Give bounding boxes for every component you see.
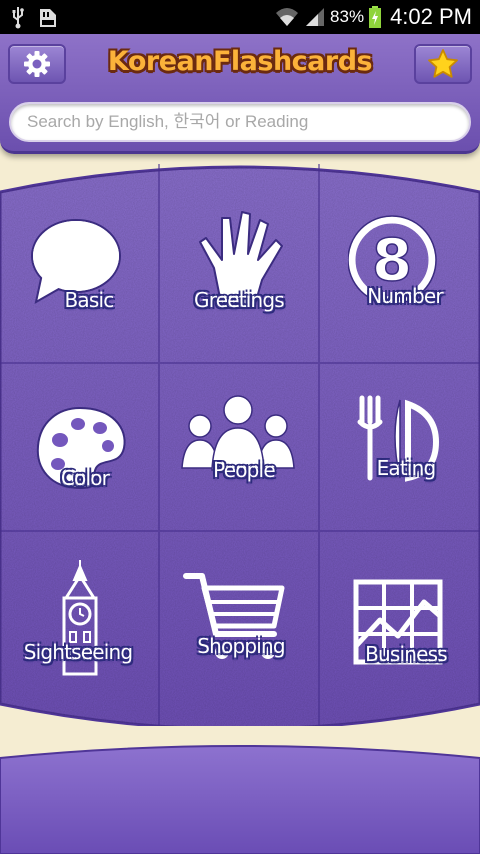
category-label: People <box>213 458 275 482</box>
signal-icon <box>306 8 325 26</box>
category-label: Shopping <box>197 634 285 658</box>
category-label: Sightseeing <box>23 640 133 664</box>
category-label: Greetings <box>194 288 285 312</box>
sd-card-icon <box>40 9 56 27</box>
category-greetings[interactable]: Greetings <box>160 164 320 364</box>
battery-percent: 83% <box>330 7 365 26</box>
favorites-button[interactable] <box>414 44 472 84</box>
category-basic[interactable]: Basic <box>0 164 160 364</box>
category-shopping[interactable]: Shopping <box>160 532 320 726</box>
app-title: KoreanFlashcards <box>107 46 373 77</box>
status-bar: 83% 4:02 PM <box>0 0 480 34</box>
search-field[interactable] <box>9 102 471 142</box>
category-eating[interactable]: Eating <box>320 364 480 532</box>
gear-icon <box>24 51 50 77</box>
category-label: Basic <box>64 288 115 312</box>
search-input[interactable] <box>27 112 469 132</box>
category-label: Color <box>60 466 110 490</box>
usb-icon <box>12 7 24 29</box>
category-label: Business <box>365 642 448 666</box>
category-color[interactable]: Color <box>0 364 160 532</box>
clock: 4:02 PM <box>390 4 472 29</box>
category-business[interactable]: Business <box>320 532 480 726</box>
star-icon <box>428 49 458 78</box>
category-label: Number <box>367 284 443 308</box>
category-sightseeing[interactable]: Sightseeing <box>0 532 160 726</box>
category-board: Basic Greetings 8 Number Color People Ea… <box>0 164 480 726</box>
category-people[interactable]: People <box>160 364 320 532</box>
category-label: Eating <box>376 456 437 480</box>
battery-charging-icon <box>369 6 382 28</box>
app-header: KoreanFlashcards <box>0 34 480 154</box>
bottom-bar <box>0 745 480 854</box>
category-number[interactable]: 8 Number <box>320 164 480 364</box>
settings-button[interactable] <box>8 44 66 84</box>
wifi-icon <box>276 8 299 26</box>
